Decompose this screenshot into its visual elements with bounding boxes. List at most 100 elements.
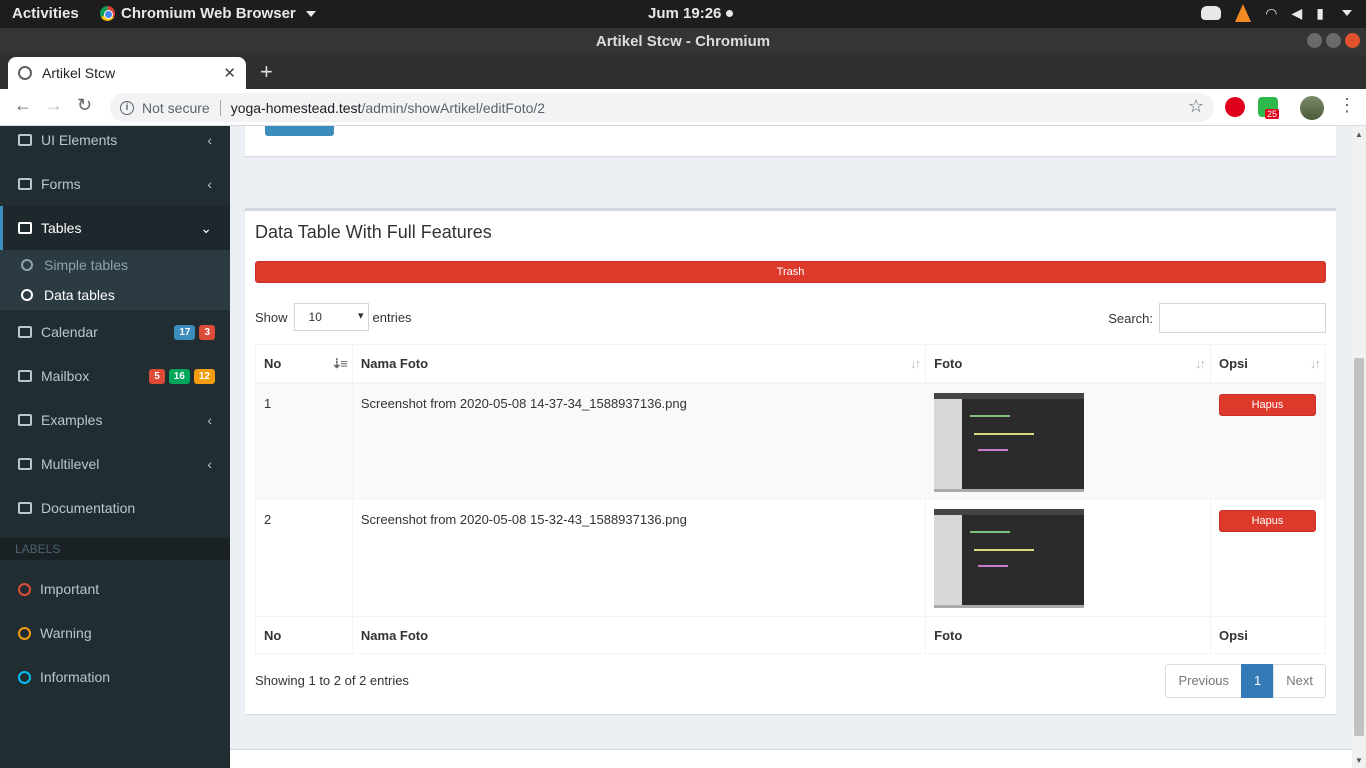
- sidebar-item-calendar[interactable]: Calendar 17 3: [0, 310, 230, 354]
- sidebar-header-labels: LABELS: [0, 538, 230, 560]
- show-label: Show: [255, 309, 288, 325]
- window-close-button[interactable]: [1345, 33, 1360, 48]
- upload-box: [245, 126, 1336, 156]
- cell-photo: [925, 499, 1211, 617]
- delete-button[interactable]: Hapus: [1218, 510, 1316, 532]
- chevron-left-icon: ‹: [207, 132, 212, 148]
- submenu-label: Data tables: [44, 287, 115, 303]
- sidebar-item-mailbox[interactable]: Mailbox 5 16 12: [0, 354, 230, 398]
- page-1-button[interactable]: 1: [1241, 664, 1275, 698]
- notification-dot-icon: [726, 10, 734, 17]
- wifi-icon[interactable]: ◠: [1265, 5, 1277, 22]
- sidebar-label-warning[interactable]: Warning: [0, 611, 230, 655]
- entries-length-control: Show 10 entries: [255, 303, 412, 331]
- maximize-button[interactable]: [1326, 33, 1341, 48]
- footer-nama-foto: Nama Foto: [351, 616, 927, 654]
- discord-icon[interactable]: [1201, 6, 1222, 20]
- sidebar-item-data-tables[interactable]: Data tables: [0, 280, 230, 310]
- app-name: Chromium Web Browser: [121, 5, 296, 22]
- entries-select[interactable]: 10: [293, 303, 369, 331]
- delete-button[interactable]: Hapus: [1218, 393, 1316, 416]
- folder-icon: [18, 414, 32, 426]
- reload-icon[interactable]: ↻: [77, 95, 92, 116]
- info-icon[interactable]: i: [120, 100, 134, 115]
- circle-icon: [21, 289, 33, 301]
- new-tab-button[interactable]: +: [260, 59, 273, 85]
- photo-thumbnail: [934, 392, 1085, 492]
- chromium-icon: [100, 6, 115, 21]
- column-header-opsi[interactable]: Opsi ↓↑: [1209, 344, 1327, 384]
- cell-actions: Hapus: [1209, 499, 1327, 617]
- minimize-button[interactable]: [1307, 33, 1322, 48]
- scrollbar-thumb[interactable]: [1354, 358, 1364, 736]
- entries-value: 10: [308, 310, 322, 324]
- forward-arrow-icon[interactable]: →: [45, 95, 63, 116]
- security-label: Not secure: [142, 99, 210, 116]
- sidebar-item-examples[interactable]: Examples ‹: [0, 398, 230, 442]
- sidebar-label-important[interactable]: Important: [0, 567, 230, 611]
- system-tray[interactable]: ◠ ◀ ▮: [1201, 4, 1352, 22]
- bookmark-star-icon[interactable]: ☆: [1188, 96, 1204, 117]
- back-arrow-icon[interactable]: ←: [14, 95, 32, 116]
- label-text: Warning: [40, 625, 92, 641]
- tab-close-icon[interactable]: ✕: [223, 64, 236, 82]
- submit-button[interactable]: [265, 126, 334, 136]
- label-text: Important: [40, 581, 100, 597]
- profile-avatar[interactable]: [1300, 96, 1324, 120]
- sidebar-label-information[interactable]: Information: [0, 655, 230, 699]
- cell-no: 1: [255, 382, 353, 500]
- trash-button[interactable]: Trash: [255, 261, 1326, 283]
- photo-thumbnail: [934, 509, 1085, 608]
- sidebar-item-documentation[interactable]: Documentation: [0, 486, 230, 530]
- cell-name: Screenshot from 2020-05-08 15-32-43_1588…: [351, 499, 927, 617]
- column-header-no[interactable]: No ⇣≡: [255, 344, 353, 384]
- column-header-foto[interactable]: Foto ↓↑: [925, 344, 1211, 384]
- circle-icon: [18, 670, 31, 684]
- previous-page-button[interactable]: Previous: [1165, 664, 1243, 698]
- laptop-icon: [18, 134, 32, 146]
- tab-strip: Artikel Stcw ✕ +: [0, 55, 1366, 89]
- url-host: yoga-homestead.test: [230, 99, 362, 116]
- sort-icon: ↓↑: [1310, 356, 1321, 371]
- globe-icon: [18, 66, 32, 80]
- column-label: Foto: [934, 355, 963, 371]
- scroll-down-arrow-icon[interactable]: ▼: [1355, 756, 1363, 765]
- photos-table: No ⇣≡ Nama Foto ↓↑ Foto ↓↑ Opsi ↓↑ 1 Screens…: [255, 344, 1327, 654]
- sidebar-item-label: Multilevel: [41, 456, 100, 472]
- next-page-button[interactable]: Next: [1273, 664, 1326, 698]
- address-bar[interactable]: i Not secure yoga-homestead.test/admin/s…: [110, 93, 1214, 122]
- clock[interactable]: Jum 19:26: [648, 5, 734, 22]
- window-title-bar: Artikel Stcw - Chromium: [0, 28, 1366, 55]
- adblock-extension-icon[interactable]: [1225, 97, 1245, 117]
- cell-photo: [925, 382, 1211, 500]
- activities-button[interactable]: Activities: [12, 5, 79, 22]
- vlc-icon[interactable]: [1235, 4, 1252, 22]
- sidebar-item-forms[interactable]: Forms ‹: [0, 162, 230, 206]
- sidebar-item-tables[interactable]: Tables ⌄: [0, 206, 230, 250]
- circle-icon: [18, 582, 31, 596]
- entries-label: entries: [372, 309, 412, 325]
- calendar-badges: 17 3: [174, 324, 215, 340]
- column-header-nama-foto[interactable]: Nama Foto ↓↑: [351, 344, 927, 384]
- sidebar-item-ui-elements[interactable]: UI Elements ‹: [0, 118, 230, 162]
- badge: 17: [174, 324, 196, 340]
- sort-icon: ↓↑: [1194, 356, 1206, 371]
- system-menu-caret-icon[interactable]: [1342, 10, 1352, 16]
- search-input[interactable]: [1159, 303, 1326, 333]
- circle-icon: [18, 626, 31, 640]
- table-search: Search:: [1108, 303, 1326, 333]
- submenu-label: Simple tables: [44, 257, 129, 273]
- omnibox-separator: [219, 99, 221, 116]
- app-menu[interactable]: Chromium Web Browser: [100, 5, 316, 22]
- battery-icon[interactable]: ▮: [1316, 5, 1324, 22]
- scroll-up-arrow-icon[interactable]: ▲: [1355, 130, 1363, 139]
- browser-tab[interactable]: Artikel Stcw ✕: [8, 57, 246, 89]
- badge: 5: [149, 368, 165, 384]
- table-footer-row: No Nama Foto Foto Opsi: [255, 616, 1327, 654]
- browser-menu-icon[interactable]: ⋮: [1338, 95, 1356, 116]
- volume-icon[interactable]: ◀: [1292, 5, 1303, 22]
- sidebar: UI Elements ‹ Forms ‹ Tables ⌄ Simple ta…: [0, 126, 230, 768]
- sidebar-item-simple-tables[interactable]: Simple tables: [0, 250, 230, 280]
- sidebar-item-multilevel[interactable]: Multilevel ‹: [0, 442, 230, 486]
- envelope-icon: [18, 370, 32, 382]
